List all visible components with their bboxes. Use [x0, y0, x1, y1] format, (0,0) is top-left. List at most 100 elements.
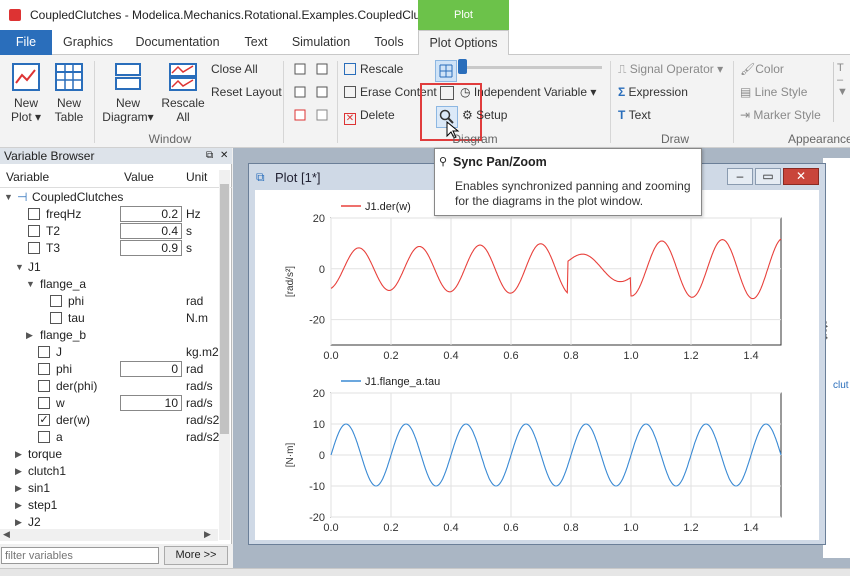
zoom-slider[interactable] [462, 66, 602, 69]
plot-checkbox[interactable] [38, 380, 50, 392]
group-diagram: Diagram [452, 132, 498, 146]
list-item[interactable]: ▼ J1 [0, 259, 218, 276]
tab-documentation[interactable]: Documentation [130, 30, 225, 55]
delete-button[interactable]: ✕ Delete [344, 108, 395, 125]
column-variable[interactable]: Variable [6, 170, 49, 184]
setup-button[interactable]: ⚙ Setup [462, 108, 507, 122]
scrollbar-thumb[interactable] [220, 184, 229, 434]
plot-checkbox[interactable] [50, 295, 62, 307]
plot-checkbox-checked[interactable]: ✓ [38, 414, 50, 426]
new-diagram-button[interactable]: New Diagram▾ [100, 61, 156, 124]
plot-checkbox[interactable] [28, 242, 40, 254]
erase-icon [344, 86, 356, 98]
new-table-button[interactable]: New Table [50, 61, 88, 124]
more-button[interactable]: More >> [164, 546, 228, 565]
chevron-right-icon[interactable]: ▶ [26, 327, 33, 344]
plot-checkbox[interactable] [50, 312, 62, 324]
plot-window: ⧉ Plot [1*] – ▭ ✕ 0.0 0.2 0.4 0.6 0.8 1.0 1.2 1… [248, 163, 826, 545]
color-label: Color [755, 62, 784, 76]
list-item[interactable]: J kg.m2 [0, 344, 219, 361]
plot-checkbox[interactable] [38, 431, 50, 443]
minimize-button[interactable]: – [727, 168, 753, 185]
plot-checkbox[interactable] [38, 397, 50, 409]
maximize-button[interactable]: ▭ [755, 168, 781, 185]
variable-value-field[interactable]: 0.2 [120, 206, 182, 222]
grid-toggle-button[interactable] [435, 60, 457, 82]
group-window: Window [148, 132, 192, 146]
list-item[interactable]: w 10 rad/s [0, 395, 218, 412]
new-table-label2: Table [54, 110, 84, 124]
variable-label: T2 [46, 224, 61, 238]
scroll-left-icon[interactable]: ◀ [3, 529, 10, 540]
column-unit[interactable]: Unit [186, 170, 207, 184]
layout-icons[interactable] [292, 61, 334, 125]
color-button[interactable]: 🖌Color [740, 62, 784, 76]
chevron-right-icon[interactable]: ▶ [15, 497, 22, 514]
chevron-down-icon[interactable]: ▼ [15, 259, 24, 276]
tab-text[interactable]: Text [236, 30, 276, 55]
y-axis-label: [N·m] [285, 443, 296, 468]
tab-tools[interactable]: Tools [366, 30, 412, 55]
variable-value-field[interactable]: 0.9 [120, 240, 182, 256]
chevron-right-icon[interactable]: ▶ [15, 446, 22, 463]
list-item[interactable]: der(phi) rad/s [0, 378, 218, 395]
list-item[interactable]: freqHz 0.2 Hz [0, 206, 218, 223]
line-style-button[interactable]: ▤ Line Style [740, 85, 807, 99]
list-item[interactable]: ▶ sin1 [0, 480, 218, 497]
gear-icon: ⚙ [462, 108, 477, 122]
reset-layout-button[interactable]: Reset Layout [211, 85, 282, 99]
variable-value-field[interactable]: 0.4 [120, 223, 182, 239]
zoom-slider-handle[interactable] [458, 59, 467, 74]
chevron-down-icon[interactable]: ▼ [26, 276, 35, 293]
tab-plot-options[interactable]: Plot Options [418, 30, 509, 56]
undock-icon[interactable]: ⧉ [206, 148, 213, 164]
plot-checkbox[interactable] [38, 363, 50, 375]
tab-simulation[interactable]: Simulation [286, 30, 356, 55]
plot-checkbox[interactable] [28, 208, 40, 220]
list-item[interactable]: ▶ flange_b [0, 327, 218, 344]
list-item[interactable]: ▼ ⊣ CoupledClutches [0, 189, 218, 206]
sync-pan-zoom-icon: ⚲ [439, 156, 448, 168]
chevron-right-icon[interactable]: ▶ [15, 480, 22, 497]
tab-file[interactable]: File [0, 30, 52, 55]
new-plot-button[interactable]: New Plot ▾ [6, 61, 46, 124]
list-item[interactable]: phi 0 rad [0, 361, 218, 378]
chevron-down-icon[interactable]: ▼ [4, 189, 13, 206]
horizontal-scrollbar[interactable]: ◀ ▶ [0, 529, 218, 541]
signal-operator-button[interactable]: ⎍ Signal Operator ▾ [618, 62, 723, 77]
list-item[interactable]: phi rad [0, 293, 218, 310]
list-item[interactable]: ▶ clutch1 [0, 463, 218, 480]
filter-variables-input[interactable] [1, 547, 159, 564]
chevron-right-icon[interactable]: ▶ [15, 463, 22, 480]
tab-graphics[interactable]: Graphics [58, 30, 118, 55]
ribbon-tabs: File Graphics Documentation Text Simulat… [0, 30, 850, 56]
chart-svg[interactable]: 0.0 0.2 0.4 0.6 0.8 1.0 1.2 1.4 20 0 -20 [rad/s²] J1… [255, 190, 819, 540]
list-item[interactable]: tau N.m [0, 310, 218, 327]
list-item[interactable]: ▶ torque [0, 446, 218, 463]
close-icon[interactable]: ✕ [220, 148, 228, 164]
plot-checkbox[interactable] [38, 346, 50, 358]
list-item[interactable]: ▼ flange_a [0, 276, 218, 293]
variable-value-field[interactable]: 0 [120, 361, 182, 377]
vertical-scrollbar[interactable] [219, 170, 230, 540]
variable-value-field[interactable]: 10 [120, 395, 182, 411]
list-item[interactable]: T3 0.9 s [0, 240, 218, 257]
list-item[interactable]: ▶ step1 [0, 497, 218, 514]
close-all-button[interactable]: Close All [211, 62, 258, 76]
sigma-icon: Σ [618, 85, 629, 99]
list-item[interactable]: a rad/s2 [0, 429, 219, 446]
plot-checkbox[interactable] [28, 225, 40, 237]
close-window-button[interactable]: ✕ [783, 168, 819, 185]
column-value[interactable]: Value [124, 170, 154, 184]
rescale-button[interactable]: Rescale [344, 62, 403, 76]
list-item[interactable]: T2 0.4 s [0, 223, 218, 240]
text-button[interactable]: T Text [618, 108, 651, 122]
scroll-right-icon[interactable]: ▶ [204, 529, 211, 540]
variable-label: flange_a [40, 277, 87, 291]
list-item[interactable]: ✓ der(w) rad/s2 [0, 412, 219, 429]
expression-button[interactable]: Σ Expression [618, 85, 688, 99]
marker-style-button[interactable]: ⇥ Marker Style [740, 108, 821, 122]
rescale-all-button[interactable]: Rescale All [160, 61, 206, 124]
tooltip-body: Enables synchronized panning and zooming… [455, 179, 691, 208]
more-format-buttons[interactable]: T – ▼ [833, 62, 850, 122]
